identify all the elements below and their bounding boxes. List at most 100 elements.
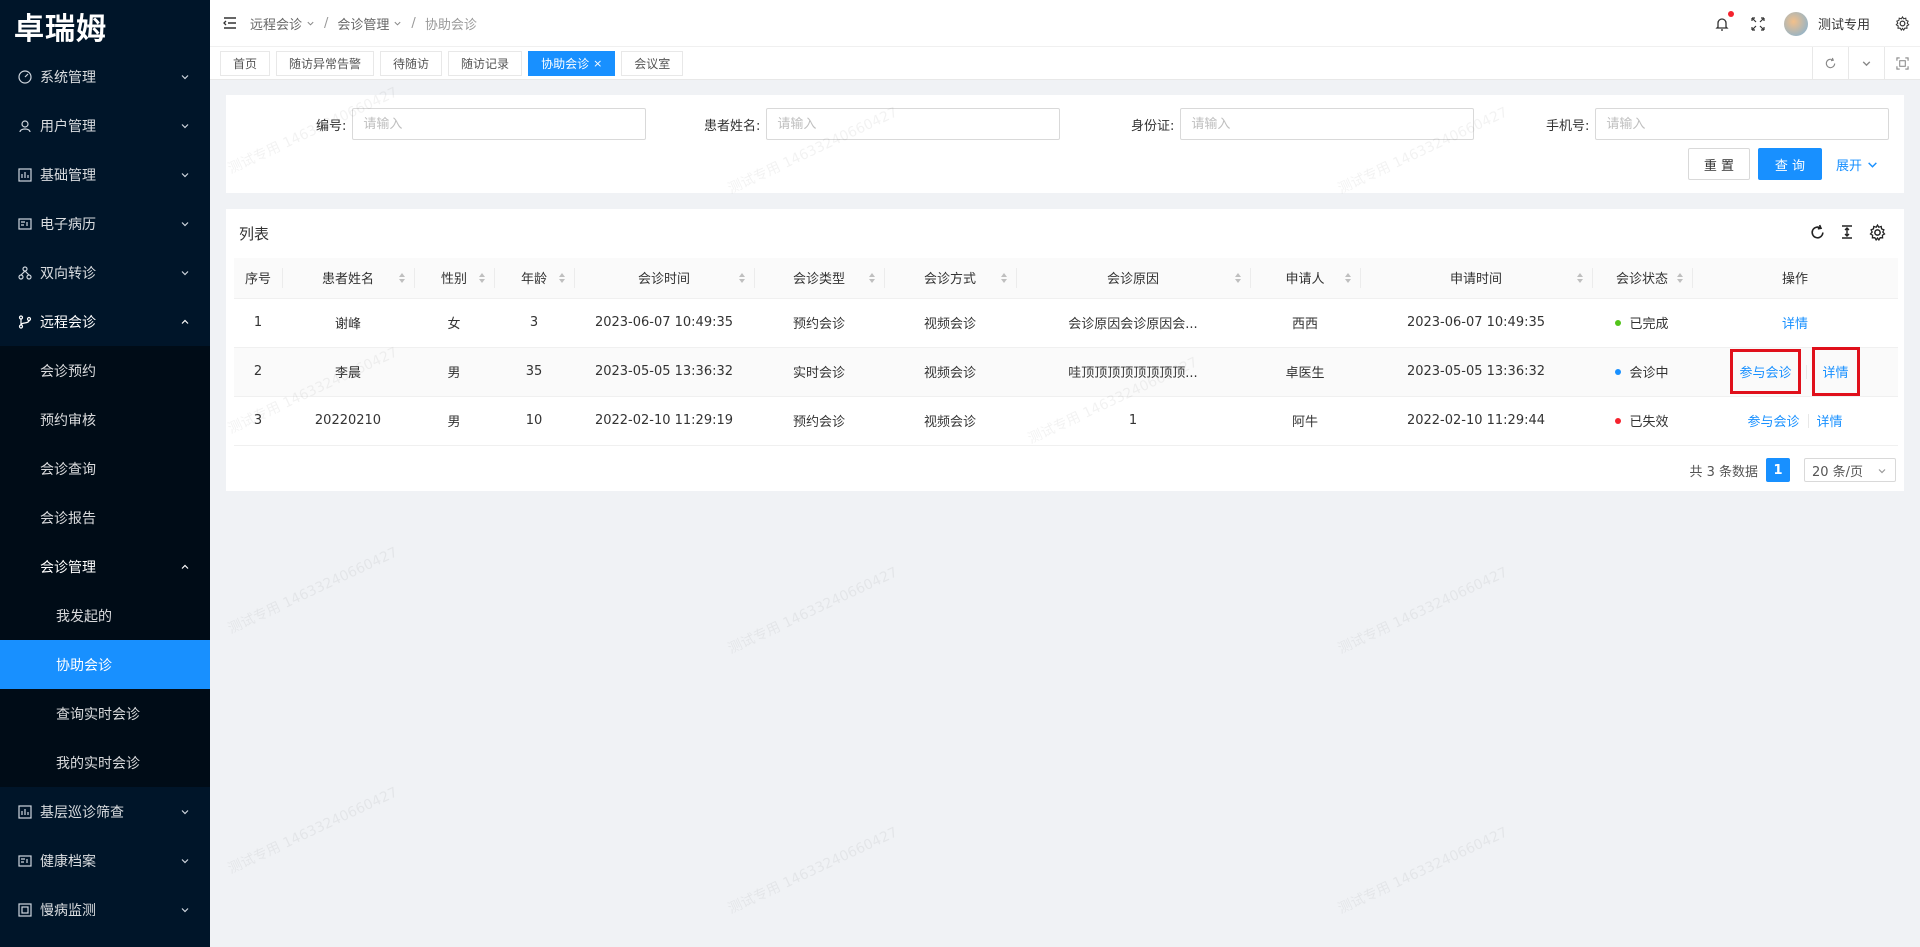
sidebar-item-users[interactable]: 用户管理 [0, 101, 210, 150]
refresh-icon[interactable] [1812, 47, 1848, 80]
sort-icon[interactable] [1676, 272, 1684, 284]
page-number-current[interactable]: 1 [1766, 458, 1790, 482]
col-header-label: 会诊状态 [1615, 272, 1668, 288]
col-header[interactable]: 会诊原因 [1016, 258, 1250, 299]
sidebar-item-assist-consult[interactable]: 协助会诊 [0, 640, 210, 689]
fullscreen-icon[interactable] [1749, 15, 1767, 33]
chevron-down-icon [1868, 161, 1877, 168]
id-card-input[interactable] [1180, 108, 1475, 140]
tab-label: 会议室 [634, 56, 671, 71]
sidebar-item-booking-review[interactable]: 预约审核 [0, 395, 210, 444]
sidebar-item-chronic-monitor[interactable]: 慢病监测 [0, 885, 210, 934]
detail-link[interactable]: 详情 [1811, 347, 1860, 396]
cell-index: 1 [234, 298, 282, 348]
col-header[interactable]: 患者姓名 [282, 258, 414, 299]
menu-fold-icon[interactable] [222, 15, 238, 31]
watermark: 测试专用 14633240660427 [725, 564, 901, 658]
refresh-icon[interactable] [1808, 223, 1826, 241]
watermark: 测试专用 14633240660427 [1335, 824, 1511, 918]
tabs-bar: 首页 随访异常告警 待随访 随访记录 协助会诊 × 会议室 [210, 47, 1920, 80]
sort-icon[interactable] [1234, 272, 1242, 284]
col-header-label: 会诊类型 [792, 272, 845, 288]
sidebar-item-referral[interactable]: 双向转诊 [0, 248, 210, 297]
sidebar-item-system[interactable]: 系统管理 [0, 52, 210, 101]
cell-consult-time: 2022-02-10 11:29:19 [574, 396, 754, 446]
sort-icon[interactable] [1344, 272, 1352, 284]
join-consult-link[interactable]: 参与会诊 [1730, 349, 1801, 394]
breadcrumb-item[interactable]: 远程会诊 [250, 14, 315, 33]
column-height-icon[interactable] [1838, 223, 1856, 241]
sidebar-item-consult-manage[interactable]: 会诊管理 [0, 542, 210, 591]
cell-index: 2 [234, 347, 282, 397]
setting-icon[interactable] [1868, 223, 1886, 241]
expand-toggle[interactable]: 展开 [1836, 148, 1878, 180]
sidebar-item-my-initiated[interactable]: 我发起的 [0, 591, 210, 640]
cell-consult-mode: 视频会诊 [884, 298, 1016, 348]
col-header[interactable]: 年龄 [494, 258, 574, 299]
tab-home[interactable]: 首页 [220, 50, 271, 76]
page-size-select[interactable]: 20 条/页 [1804, 458, 1896, 482]
sidebar-item-emr[interactable]: 电子病历 [0, 199, 210, 248]
col-header[interactable]: 性别 [414, 258, 494, 299]
status-dot [1615, 417, 1622, 424]
sort-icon[interactable] [738, 272, 746, 284]
sidebar-item-label: 基础管理 [40, 167, 96, 184]
sidebar-item-my-realtime[interactable]: 我的实时会诊 [0, 738, 210, 787]
gear-icon[interactable] [1893, 15, 1911, 33]
col-header[interactable]: 会诊方式 [884, 258, 1016, 299]
detail-link[interactable]: 详情 [1782, 313, 1808, 332]
status-label: 已失效 [1629, 415, 1669, 430]
sidebar-item-grassroots-screening[interactable]: 基层巡诊筛查 [0, 787, 210, 836]
tab-label: 协助会诊 [541, 56, 590, 71]
close-icon[interactable]: × [593, 57, 602, 70]
bell-icon[interactable] [1713, 10, 1734, 33]
breadcrumb-item[interactable]: 会诊管理 [337, 14, 402, 33]
chevron-down-icon[interactable] [1848, 47, 1884, 80]
sidebar-item-remote-consult[interactable]: 远程会诊 [0, 297, 210, 346]
tab-followup-alert[interactable]: 随访异常告警 [276, 50, 375, 76]
avatar[interactable] [1783, 11, 1808, 36]
sidebar-item-label: 我发起的 [56, 608, 112, 625]
consult-table: 序号 患者姓名 性别 年龄 会诊时间 会诊类型 会诊方式 会诊原因 申请人 申请… [234, 258, 1898, 446]
phone-input[interactable] [1595, 108, 1890, 140]
username[interactable]: 测试专用 [1818, 14, 1870, 33]
query-button[interactable]: 查 询 [1758, 148, 1822, 180]
cell-consult-time: 2023-06-07 10:49:35 [574, 298, 754, 348]
join-consult-link[interactable]: 参与会诊 [1747, 411, 1799, 430]
sidebar-item-consult-query[interactable]: 会诊查询 [0, 444, 210, 493]
reset-button[interactable]: 重 置 [1688, 148, 1750, 180]
sort-icon[interactable] [1000, 272, 1008, 284]
detail-link[interactable]: 详情 [1817, 411, 1843, 430]
sort-icon[interactable] [868, 272, 876, 284]
sort-icon[interactable] [398, 272, 406, 284]
breadcrumb-separator: / [411, 15, 416, 31]
field-patient-name: 患者姓名: [704, 108, 1061, 140]
patient-name-input[interactable] [766, 108, 1061, 140]
col-header-label: 申请人 [1285, 272, 1325, 288]
sidebar-item-basic[interactable]: 基础管理 [0, 150, 210, 199]
cell-applicant: 卓医生 [1250, 347, 1360, 397]
col-header[interactable]: 申请人 [1250, 258, 1360, 299]
sidebar-item-consult-booking[interactable]: 会诊预约 [0, 346, 210, 395]
col-header[interactable]: 会诊状态 [1592, 258, 1692, 299]
col-header[interactable]: 会诊类型 [754, 258, 884, 299]
status-dot [1615, 368, 1622, 375]
sidebar-item-query-realtime[interactable]: 查询实时会诊 [0, 689, 210, 738]
sort-icon[interactable] [478, 272, 486, 284]
sort-icon[interactable] [558, 272, 566, 284]
expand-icon[interactable] [1884, 47, 1920, 80]
sidebar-item-label: 电子病历 [40, 216, 96, 233]
col-header[interactable]: 申请时间 [1360, 258, 1592, 299]
sidebar-item-health-records[interactable]: 健康档案 [0, 836, 210, 885]
breadcrumb-separator: / [324, 15, 329, 31]
col-header[interactable]: 会诊时间 [574, 258, 754, 299]
sidebar-item-label: 会诊查询 [40, 461, 96, 478]
sort-icon[interactable] [1576, 272, 1584, 284]
number-input[interactable] [352, 108, 647, 140]
chart-box-icon [18, 804, 32, 819]
tab-followup-records[interactable]: 随访记录 [448, 50, 523, 76]
tab-assist-consult[interactable]: 协助会诊 × [528, 50, 616, 76]
tab-pending-followup[interactable]: 待随访 [380, 50, 443, 76]
sidebar-item-consult-report[interactable]: 会诊报告 [0, 493, 210, 542]
tab-meeting-room[interactable]: 会议室 [621, 50, 684, 76]
